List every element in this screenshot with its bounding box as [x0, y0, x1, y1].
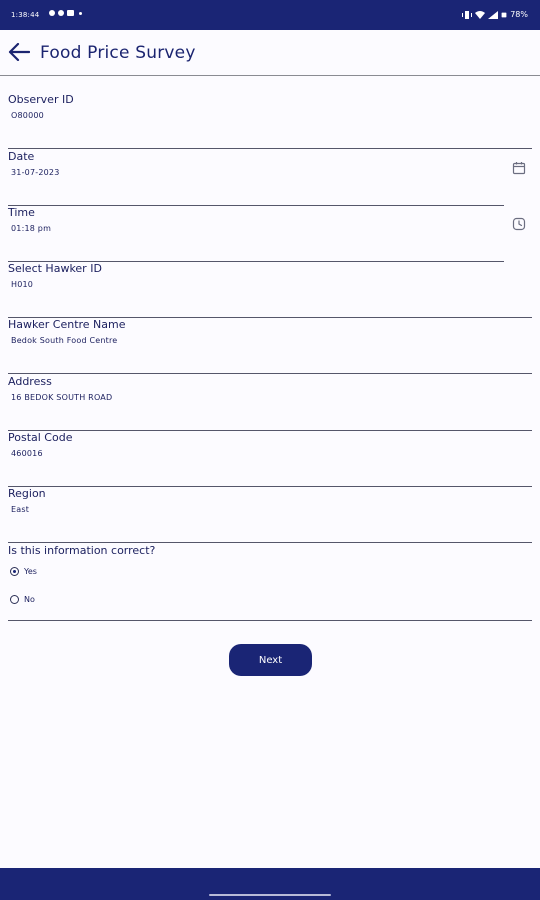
notification-icons — [49, 10, 82, 16]
field-label: Observer ID — [8, 93, 74, 106]
field-value: 16 BEDOK SOUTH ROAD — [11, 393, 113, 402]
navigation-bar — [0, 868, 540, 900]
postal-code-field[interactable]: Postal Code 460016 — [8, 431, 532, 487]
radio-label: No — [24, 595, 35, 604]
message-icon — [67, 10, 74, 16]
status-time: 1:38:44 — [11, 11, 40, 19]
field-label: Select Hawker ID — [8, 262, 102, 275]
field-underline — [8, 373, 532, 374]
dot-icon — [79, 11, 82, 15]
battery-percent: 78% — [510, 10, 528, 19]
field-value: H010 — [11, 280, 34, 289]
radio-no[interactable]: No — [10, 595, 35, 604]
radio-unchecked-icon[interactable] — [10, 595, 19, 604]
battery-icon — [501, 12, 507, 17]
field-label: Address — [8, 375, 52, 388]
field-label: Region — [8, 487, 46, 500]
next-button[interactable]: Next — [229, 644, 312, 676]
field-value: 460016 — [11, 449, 43, 458]
field-value: 31-07-2023 — [11, 168, 60, 177]
sync-icon — [58, 10, 64, 16]
notification-icon — [49, 10, 55, 16]
field-underline — [8, 148, 532, 149]
field-value: 01:18 pm — [11, 224, 52, 233]
field-label: Hawker Centre Name — [8, 318, 126, 331]
hawker-id-field[interactable]: Select Hawker ID H010 — [8, 262, 532, 318]
status-bar: 1:38:44 78% — [0, 0, 540, 30]
wifi-icon — [475, 10, 486, 19]
field-underline — [8, 542, 532, 543]
app-bar: Food Price Survey — [0, 30, 540, 76]
radio-checked-icon[interactable] — [10, 567, 19, 576]
calendar-icon[interactable] — [512, 161, 526, 175]
radio-group-underline — [8, 620, 532, 621]
date-field[interactable]: Date 31-07-2023 — [8, 150, 504, 206]
confirmation-question: Is this information correct? — [8, 544, 156, 557]
field-value: Bedok South Food Centre — [11, 336, 118, 345]
address-field[interactable]: Address 16 BEDOK SOUTH ROAD — [8, 375, 532, 431]
arrow-left-icon — [8, 43, 30, 61]
home-indicator[interactable] — [209, 894, 331, 896]
vibrate-icon — [462, 10, 473, 19]
page-title: Food Price Survey — [40, 43, 196, 63]
clock-icon[interactable] — [512, 217, 526, 231]
observer-id-field[interactable]: Observer ID O80000 — [8, 93, 532, 149]
system-icons: 78% — [462, 10, 528, 19]
field-label: Date — [8, 150, 35, 163]
field-value: East — [11, 505, 30, 514]
time-field[interactable]: Time 01:18 pm — [8, 206, 504, 262]
field-label: Time — [8, 206, 35, 219]
hawker-centre-name-field[interactable]: Hawker Centre Name Bedok South Food Cent… — [8, 318, 532, 374]
cell-signal-icon — [488, 10, 499, 19]
back-button[interactable] — [6, 40, 32, 64]
radio-label: Yes — [24, 567, 37, 576]
field-label: Postal Code — [8, 431, 73, 444]
radio-yes[interactable]: Yes — [10, 567, 37, 576]
field-value: O80000 — [11, 111, 44, 120]
region-field[interactable]: Region East — [8, 487, 532, 543]
